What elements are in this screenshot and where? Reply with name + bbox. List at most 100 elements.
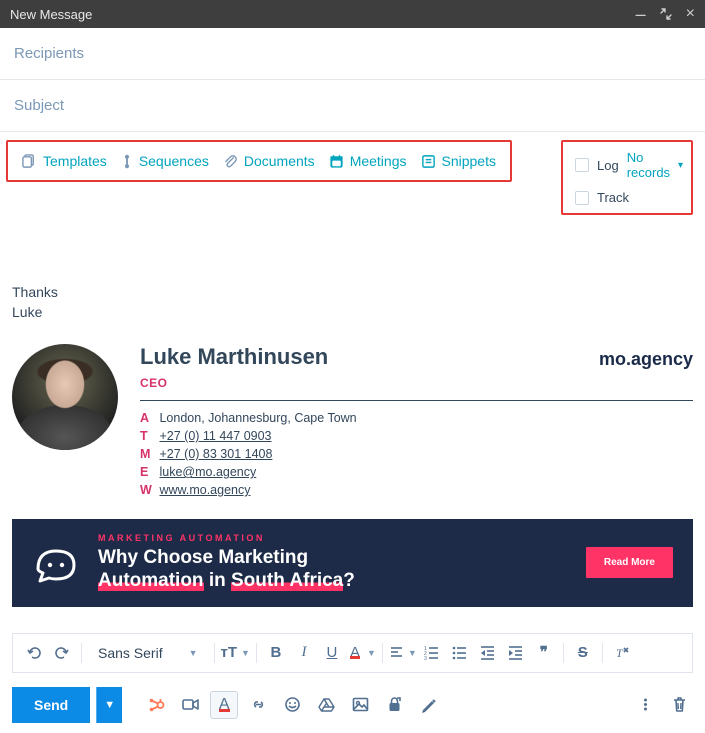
hubspot-sprocket-icon[interactable]	[142, 691, 170, 719]
underline-button[interactable]: U	[319, 639, 345, 667]
signature-name: Luke Marthinusen	[140, 344, 328, 370]
signature-icon[interactable]	[414, 691, 442, 719]
sequences-icon	[121, 154, 133, 169]
signature-divider	[140, 400, 693, 401]
tel-value[interactable]: +27 (0) 11 447 0903	[159, 429, 271, 443]
log-records-link[interactable]: No records	[627, 150, 670, 180]
indent-more-button[interactable]	[503, 639, 529, 667]
tel-label: T	[140, 429, 156, 443]
track-label: Track	[597, 190, 629, 205]
redo-button[interactable]	[49, 639, 75, 667]
svg-text:3: 3	[424, 656, 427, 660]
address-value: London, Johannesburg, Cape Town	[159, 411, 356, 425]
banner-logo-icon	[32, 539, 80, 587]
closing-text: Thanks Luke	[12, 283, 693, 322]
separator	[602, 643, 603, 663]
subject-input[interactable]	[12, 96, 693, 115]
strikethrough-button[interactable]: S	[570, 639, 596, 667]
align-button[interactable]: ▼	[389, 639, 417, 667]
banner-headline: Why Choose Marketing Automation in South…	[98, 547, 568, 593]
documents-label: Documents	[244, 153, 315, 169]
window-title: New Message	[10, 7, 92, 22]
svg-text:T: T	[616, 646, 624, 660]
separator	[256, 643, 257, 663]
address-label: A	[140, 411, 156, 425]
window-titlebar: New Message – ×	[0, 0, 705, 28]
signature-web-line: W www.mo.agency	[140, 483, 693, 497]
email-value[interactable]: luke@mo.agency	[159, 465, 256, 479]
log-checkbox-row[interactable]: Log No records ▾	[575, 150, 679, 180]
track-checkbox[interactable]	[575, 191, 589, 205]
indent-less-button[interactable]	[475, 639, 501, 667]
meetings-button[interactable]: Meetings	[329, 153, 407, 169]
send-button[interactable]: Send	[12, 687, 90, 723]
more-icon[interactable]	[631, 691, 659, 719]
image-icon[interactable]	[346, 691, 374, 719]
separator	[214, 643, 215, 663]
drive-icon[interactable]	[312, 691, 340, 719]
quote-button[interactable]: ❞	[531, 639, 557, 667]
font-family-select[interactable]: Sans Serif ▼	[88, 639, 208, 667]
snippets-icon	[421, 154, 436, 169]
mobile-value[interactable]: +27 (0) 83 301 1408	[159, 447, 272, 461]
banner-eyebrow: Marketing Automation	[98, 533, 568, 543]
recipients-field-row[interactable]	[0, 28, 705, 80]
log-checkbox[interactable]	[575, 158, 589, 172]
caret-down-icon: ▼	[189, 648, 198, 658]
calendar-icon	[329, 154, 344, 169]
promo-banner[interactable]: Marketing Automation Why Choose Marketin…	[12, 519, 693, 607]
separator	[382, 643, 383, 663]
signature-address-line: A London, Johannesburg, Cape Town	[140, 411, 693, 425]
email-label: E	[140, 465, 156, 479]
attachment-icon	[223, 154, 238, 169]
sequences-label: Sequences	[139, 153, 209, 169]
signature-title: CEO	[140, 376, 693, 390]
send-dropdown-button[interactable]: ▼	[96, 687, 122, 723]
clear-format-button[interactable]: T	[609, 639, 635, 667]
email-signature: Luke Marthinusen mo.agency CEO A London,…	[12, 344, 693, 501]
font-size-button[interactable]: тT▼	[221, 639, 250, 667]
collapse-icon[interactable]	[660, 8, 672, 20]
documents-button[interactable]: Documents	[223, 153, 315, 169]
signature-tel-line: T +27 (0) 11 447 0903	[140, 429, 693, 443]
snippets-button[interactable]: Snippets	[421, 153, 496, 169]
meetings-label: Meetings	[350, 153, 407, 169]
action-bar: Send ▼ A	[12, 687, 693, 723]
subject-field-row[interactable]	[0, 80, 705, 132]
window-controls: – ×	[636, 4, 695, 25]
banner-text: Marketing Automation Why Choose Marketin…	[98, 533, 568, 593]
templates-button[interactable]: Templates	[22, 153, 107, 169]
sequences-button[interactable]: Sequences	[121, 153, 209, 169]
text-color-button[interactable]: A▼	[347, 639, 376, 667]
undo-button[interactable]	[21, 639, 47, 667]
link-icon[interactable]	[244, 691, 272, 719]
recipients-input[interactable]	[12, 44, 693, 63]
separator	[81, 643, 82, 663]
delete-icon[interactable]	[665, 691, 693, 719]
close-icon[interactable]: ×	[686, 5, 695, 23]
bullet-list-button[interactable]	[447, 639, 473, 667]
bold-button[interactable]: B	[263, 639, 289, 667]
text-color-action-button[interactable]: A	[210, 691, 238, 719]
lock-icon[interactable]	[380, 691, 408, 719]
avatar	[12, 344, 118, 450]
snippets-label: Snippets	[442, 153, 496, 169]
track-checkbox-row[interactable]: Track	[575, 190, 679, 205]
log-label: Log	[597, 158, 619, 173]
web-value[interactable]: www.mo.agency	[159, 483, 250, 497]
video-icon[interactable]	[176, 691, 204, 719]
signature-mobile-line: M +27 (0) 83 301 1408	[140, 447, 693, 461]
templates-icon	[22, 154, 37, 169]
mobile-label: M	[140, 447, 156, 461]
emoji-icon[interactable]	[278, 691, 306, 719]
hubspot-tools-group: Templates Sequences Documents Meetings S…	[6, 140, 512, 182]
compose-body[interactable]: Thanks Luke Luke Marthinusen mo.agency C…	[0, 219, 705, 501]
separator	[563, 643, 564, 663]
minimize-icon[interactable]: –	[636, 4, 646, 25]
web-label: W	[140, 483, 156, 497]
banner-cta-button[interactable]: Read More	[586, 547, 673, 578]
caret-down-icon[interactable]: ▾	[678, 160, 683, 171]
signature-email-line: E luke@mo.agency	[140, 465, 693, 479]
italic-button[interactable]: I	[291, 639, 317, 667]
numbered-list-button[interactable]: 123	[419, 639, 445, 667]
